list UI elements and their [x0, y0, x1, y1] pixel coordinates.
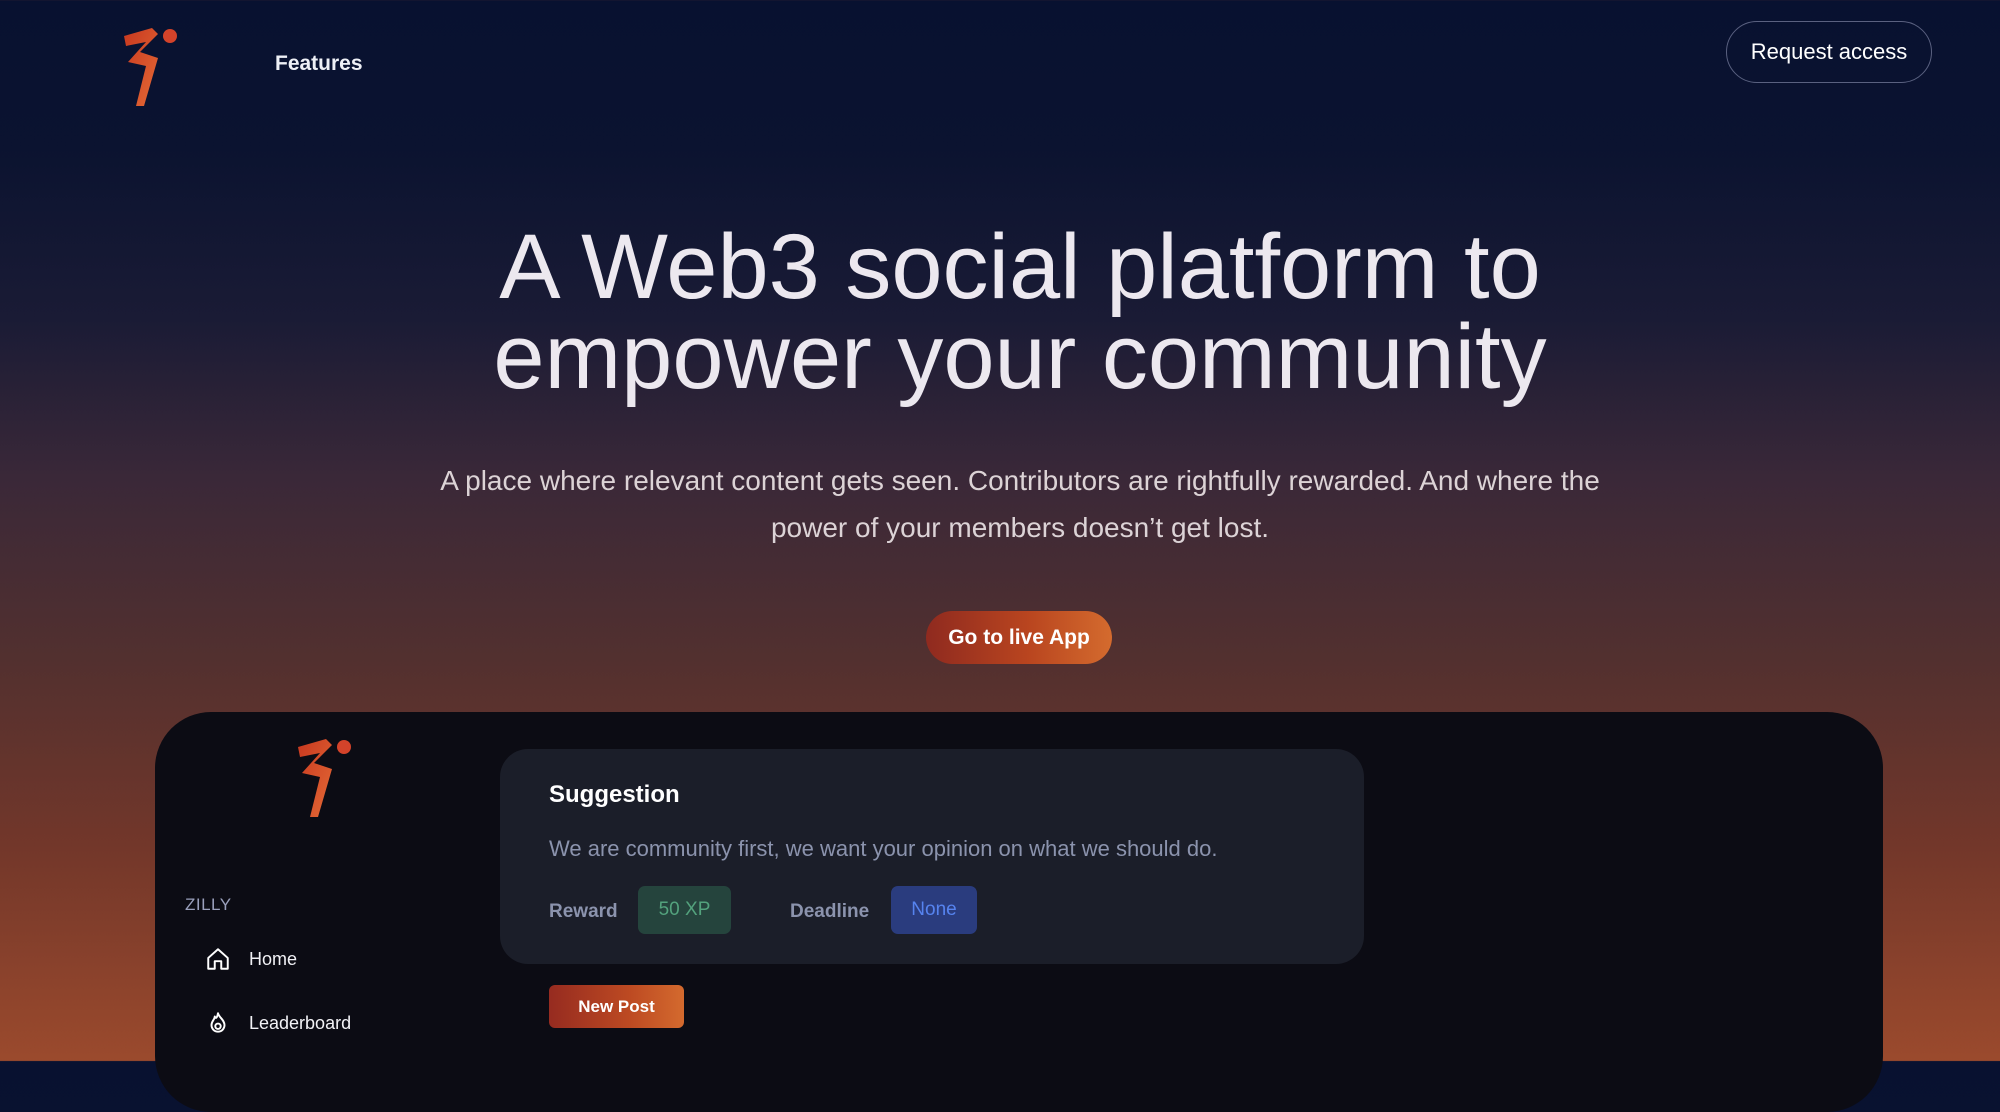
hero-subtitle: A place where relevant content gets seen…: [440, 465, 1600, 543]
sidebar-item-label: Home: [249, 948, 298, 969]
hero-title-line-2: empower your community: [493, 306, 1547, 408]
suggestion-card[interactable]: Suggestion We are community first, we wa…: [500, 749, 1364, 964]
app-preview-window: ZILLY Home Leaderboard Suggestion We are…: [155, 712, 1883, 1112]
reward-label: Reward: [549, 901, 618, 922]
flame-icon: [210, 1012, 226, 1033]
sidebar-item-home[interactable]: Home: [205, 939, 297, 979]
nav-features-link[interactable]: Features: [275, 52, 363, 76]
card-title: Suggestion: [549, 781, 680, 808]
hero-title-line-1: A Web3 social platform to: [499, 216, 1541, 318]
request-access-button[interactable]: Request access: [1726, 21, 1932, 83]
deadline-label: Deadline: [790, 901, 870, 922]
home-icon: [207, 948, 229, 970]
sidebar-item-leaderboard[interactable]: Leaderboard: [205, 1003, 351, 1043]
card-description: We are community first, we want your opi…: [549, 836, 1218, 861]
reward-badge: 50 XP: [638, 886, 731, 934]
app-name-label: ZILLY: [185, 895, 232, 914]
go-to-live-app-button[interactable]: Go to live App: [926, 611, 1112, 664]
sidebar-item-label: Leaderboard: [249, 1012, 352, 1033]
hero-title: A Web3 social platform to empower your c…: [0, 216, 2000, 408]
new-post-button[interactable]: New Post: [549, 985, 684, 1028]
zilly-logo-icon: [298, 739, 351, 817]
zilly-logo-icon[interactable]: [118, 22, 184, 110]
deadline-badge: None: [891, 886, 977, 934]
